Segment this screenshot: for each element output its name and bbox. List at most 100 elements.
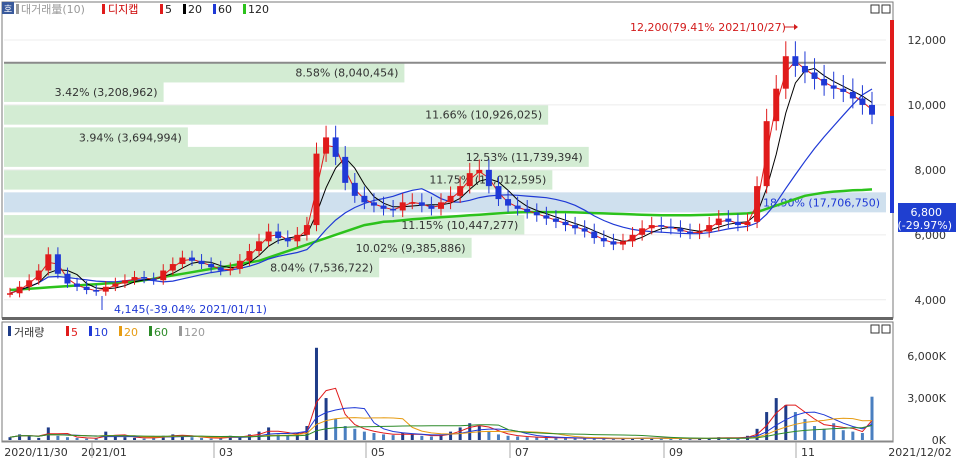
candle-body [160,270,167,281]
candle-body [74,283,81,287]
candle-body [821,78,828,86]
candle-body [265,231,272,242]
candle-body [533,212,540,216]
candle-body [811,72,818,79]
candle-body [64,273,71,284]
candle-body [150,278,157,281]
volume-bar [314,347,318,440]
profile-label: 10.02% (9,385,886) [356,242,466,255]
candle-body [93,290,100,292]
x-tick-label: 2020/11/30 [4,446,67,459]
candle-body [294,234,301,242]
price-minimize-button[interactable] [870,4,880,14]
candle-body [256,241,263,252]
candle-body [830,85,837,89]
current-price-bar-blue [890,116,894,213]
volume-bar [487,431,491,440]
x-tick-label: 07 [515,446,529,459]
candle-body [438,202,444,209]
volume-bar [870,396,874,440]
candle-body [706,225,713,232]
candle-body [390,208,397,211]
candle-body [763,121,770,187]
candle-body [428,205,435,209]
volume-bar [133,437,137,440]
high-annotation: 12,200(79.41% 2021/10/27) [630,21,786,34]
candle-body [361,195,368,203]
volume-bar [8,437,12,440]
candle-body [572,225,579,229]
volume-bar [334,419,338,440]
volume-bar [841,430,845,440]
candle-body [849,91,856,99]
vol-ma-legend-swatch [149,326,152,336]
ma-legend-swatch [160,4,163,14]
candle-body [399,202,406,211]
candle-body [35,270,42,281]
volume-bar [860,433,864,440]
volume-minimize-button[interactable] [870,324,880,334]
x-tick-label: 05 [371,446,385,459]
vol-ma-legend-swatch [179,326,182,336]
current-price-bar-red [890,20,894,116]
x-tick-label: 2021/01 [81,446,127,459]
ma-legend-label: 20 [188,3,202,16]
candle-body [418,202,425,206]
candle-body [26,280,33,287]
volume-bar [286,435,290,440]
candle-body [840,88,847,92]
candle-body [629,234,636,242]
profile-label: 3.42% (3,208,962) [55,86,158,99]
candle-body [169,264,176,271]
candle-body [610,241,617,245]
volume-tick-label: 6,000K [907,350,946,363]
candle-body [524,208,531,213]
current-price-value: 6,800 [911,206,943,219]
ma-legend-swatch [243,4,246,14]
volume-bar [123,437,127,440]
volume-bar [37,437,41,440]
profile-label: 12.53% (11,739,394) [466,151,583,164]
candle-body [332,137,339,157]
price-maximize-button[interactable] [881,4,891,14]
candle-body [246,251,253,261]
badge-tl-text: 호 [4,4,12,15]
candle-body [227,268,234,271]
volume-bar [209,438,213,440]
vol-ma-legend-label: 5 [71,326,78,339]
volume-bar [382,434,386,440]
candle-body [323,137,330,154]
candle-body [619,241,626,245]
volume-bar [56,435,60,440]
volume-bar [85,438,89,440]
candle-body [648,225,655,229]
ma-legend-label: 60 [218,3,232,16]
volume-bar [18,434,22,440]
profile-label: 8.04% (7,536,722) [270,261,373,274]
profile-label: 11.15% (10,447,277) [401,219,518,232]
candle-body [696,231,703,234]
volume-bar [410,434,414,440]
current-price-change: (-29.97%) [898,219,953,232]
candle-body [313,153,320,226]
legend-label-a: 대거래量(10) [21,3,85,16]
candle-body [581,228,588,232]
volume-bar [142,438,146,440]
candle-body [667,226,674,229]
candle-body [543,215,550,219]
candle-body [687,231,694,234]
candle-body [725,218,732,222]
volume-bar [784,405,788,440]
vol-ma-legend-label: 10 [94,326,108,339]
candle-body [600,238,607,242]
volume-maximize-button[interactable] [881,324,891,334]
candle-body [351,182,358,196]
candle-body [342,156,349,183]
candle-body [754,186,761,222]
candle-body [380,205,387,209]
profile-label: 3.94% (3,694,994) [79,131,182,144]
candle-body [869,104,875,115]
price-tick-label: 10,000 [908,99,947,112]
volume-bar [813,426,817,440]
volume-bar [420,435,424,440]
